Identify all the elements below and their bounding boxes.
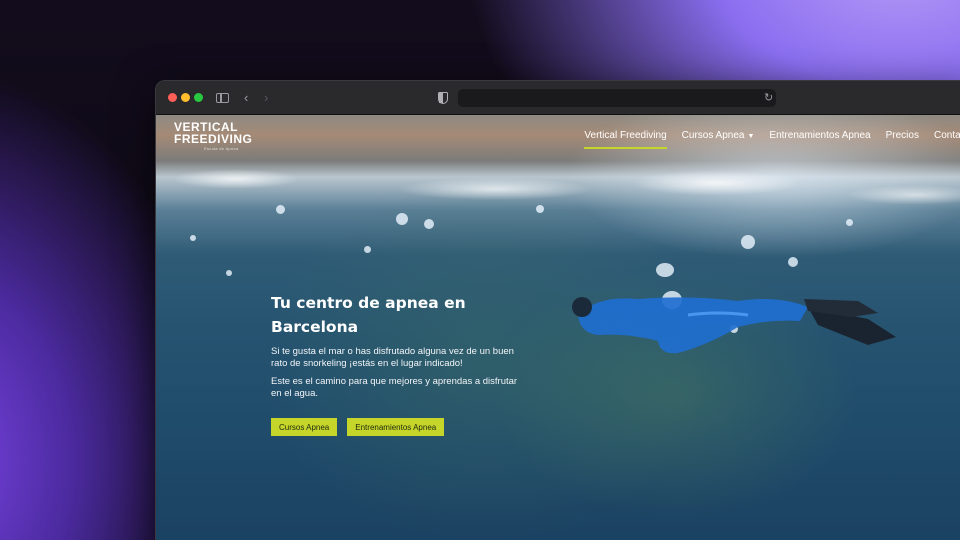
nav-item-label: Cursos Apnea (681, 130, 745, 141)
bubble (190, 235, 196, 241)
bubble (226, 270, 232, 276)
minimize-window-button[interactable] (181, 93, 190, 102)
nav-item-contacto[interactable]: Contacto (934, 130, 960, 141)
logo-line-2: FREEDIVING (174, 132, 253, 146)
site-header: VERTICAL FREEDIVING Escola de Apnea Vert… (156, 115, 960, 159)
cursos-apnea-button[interactable]: Cursos Apnea (271, 418, 338, 436)
freediver-image (572, 297, 896, 354)
browser-window: ‹ › ↻ VERTICAL FREEDIVING Escola de Apne… (155, 80, 960, 540)
website-viewport: VERTICAL FREEDIVING Escola de Apnea Vert… (156, 115, 960, 540)
hero-paragraph-1: Si te gusta el mar o has disfrutado algu… (271, 346, 514, 369)
hero-section: Tu centro de apnea en Barcelona Si te gu… (271, 291, 521, 436)
hero-title-line-2: Barcelona (271, 318, 359, 336)
nav-item-vertical-freediving[interactable]: Vertical Freediving (584, 130, 667, 149)
bubble (846, 219, 853, 226)
hero-paragraph-2: Este es el camino para que mejores y apr… (271, 376, 518, 399)
hero-buttons: Cursos Apnea Entrenamientos Apnea (271, 418, 521, 436)
chevron-down-icon: ▼ (747, 133, 755, 140)
hero-title: Tu centro de apnea en Barcelona (271, 291, 521, 339)
bubble (424, 219, 434, 229)
bubble (741, 235, 755, 249)
main-navigation: Vertical Freediving Cursos Apnea ▼ Entren… (584, 130, 960, 149)
bubble (536, 205, 544, 213)
water-surface-foam (156, 159, 960, 229)
address-bar[interactable] (458, 89, 776, 107)
close-window-button[interactable] (168, 93, 177, 102)
hero-title-line-1: Tu centro de apnea en (271, 294, 466, 312)
entrenamientos-apnea-button[interactable]: Entrenamientos Apnea (347, 418, 445, 436)
bubble (396, 213, 408, 225)
nav-item-precios[interactable]: Precios (886, 130, 919, 141)
zoom-window-button[interactable] (194, 93, 203, 102)
bubble (364, 246, 371, 253)
nav-item-entrenamientos-apnea[interactable]: Entrenamientos Apnea (769, 130, 870, 141)
forward-arrow-icon[interactable]: › (264, 90, 268, 106)
site-logo[interactable]: VERTICAL FREEDIVING Escola de Apnea (174, 121, 254, 153)
back-arrow-icon[interactable]: ‹ (244, 90, 248, 106)
reload-icon[interactable]: ↻ (764, 90, 773, 106)
browser-toolbar: ‹ › ↻ (156, 81, 960, 115)
privacy-shield-icon[interactable] (438, 92, 448, 104)
logo-tagline: Escola de Apnea (204, 146, 239, 151)
sidebar-toggle-icon[interactable] (216, 93, 229, 103)
bubble (276, 205, 285, 214)
nav-item-cursos-apnea[interactable]: Cursos Apnea ▼ (682, 130, 755, 141)
